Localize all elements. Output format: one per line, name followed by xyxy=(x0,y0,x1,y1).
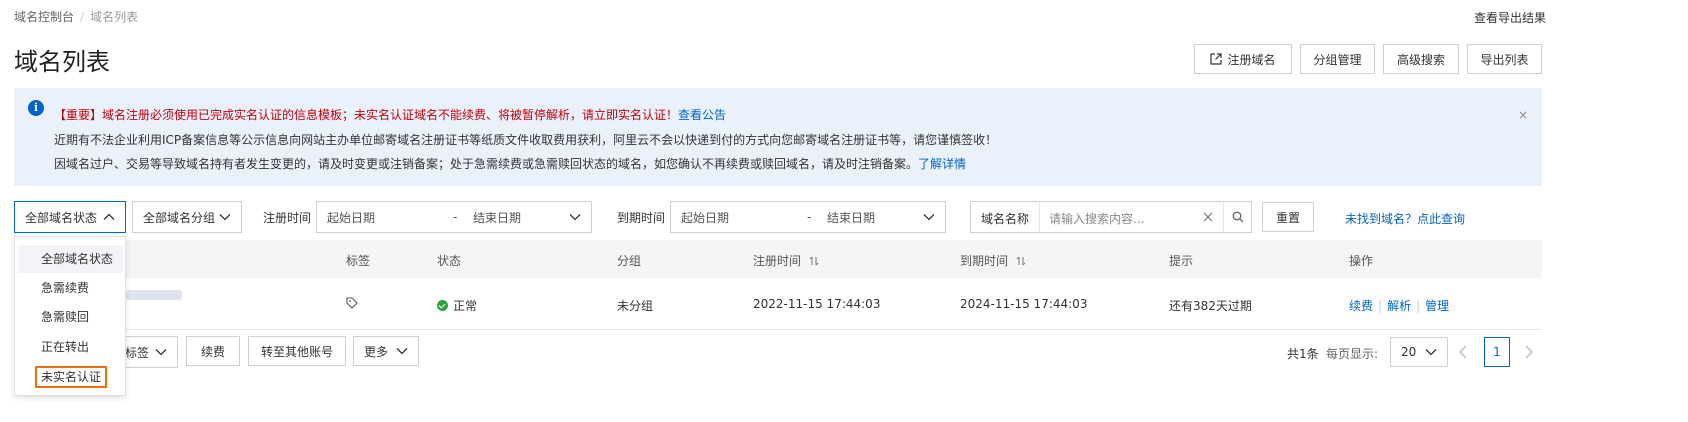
group-manage-button[interactable]: 分组管理 xyxy=(1300,44,1375,74)
reg-end-date: 结束日期 xyxy=(473,210,522,225)
col-tag: 标签 xyxy=(346,254,371,268)
chevron-down-icon xyxy=(569,214,581,221)
domain-name-redacted[interactable] xyxy=(126,290,182,300)
tag-icon[interactable] xyxy=(346,297,358,309)
notice-line-fraud: 近期有不法企业利用ICP备案信息等公示信息向网站主办单位邮寄域名注册证书等纸质文… xyxy=(54,133,998,147)
search-group: 域名名称 请输入搜索内容... xyxy=(970,201,1252,233)
reg-time-cell: 2022-11-15 17:44:03 xyxy=(753,297,881,311)
exp-end-date: 结束日期 xyxy=(827,210,876,225)
dropdown-item-transferring-out[interactable]: 正在转出 xyxy=(15,333,125,361)
page-1-button[interactable]: 1 xyxy=(1484,337,1510,367)
group-cell: 未分组 xyxy=(617,299,654,313)
batch-renew-button[interactable]: 续费 xyxy=(186,336,240,366)
reset-button[interactable]: 重置 xyxy=(1262,202,1314,232)
export-results-link[interactable]: 查看导出结果 xyxy=(1474,9,1546,26)
search-icon[interactable] xyxy=(1232,211,1244,223)
advanced-search-button[interactable]: 高级搜索 xyxy=(1383,44,1459,74)
breadcrumb: 域名控制台 / 域名列表 xyxy=(14,10,139,24)
chevron-down-icon xyxy=(923,214,935,221)
not-found-query-link[interactable]: 未找到域名？点此查询 xyxy=(1345,210,1465,227)
chevron-down-icon xyxy=(1425,349,1437,356)
dropdown-item-urgent-redeem[interactable]: 急需赎回 xyxy=(15,303,125,331)
exp-start-date: 起始日期 xyxy=(681,210,730,225)
dns-link[interactable]: 解析 xyxy=(1387,299,1411,313)
exp-time-cell: 2024-11-15 17:44:03 xyxy=(960,297,1088,311)
search-field-select[interactable]: 域名名称 xyxy=(981,210,1029,227)
close-icon[interactable]: × xyxy=(1518,108,1528,122)
chevron-down-icon xyxy=(396,348,408,355)
status-dropdown-menu: 全部域名状态 急需续费 急需赎回 正在转出 未实名认证 xyxy=(14,236,126,396)
dropdown-item-all-status[interactable]: 全部域名状态 xyxy=(19,245,123,273)
prev-page-icon[interactable] xyxy=(1458,345,1468,359)
hint-cell: 还有382天过期 xyxy=(1169,299,1252,313)
clear-icon[interactable] xyxy=(1203,212,1213,222)
status-select[interactable]: 全部域名状态 xyxy=(14,201,126,233)
info-icon: i xyxy=(28,100,44,116)
sort-icon[interactable] xyxy=(809,256,819,266)
register-domain-button[interactable]: 注册域名 xyxy=(1194,44,1292,74)
dropdown-item-unverified[interactable]: 未实名认证 xyxy=(15,363,125,391)
renew-link[interactable]: 续费 xyxy=(1349,299,1373,313)
status-cell: 正常 xyxy=(437,297,477,314)
ops-cell: 续费 | 解析 | 管理 xyxy=(1349,299,1450,313)
dropdown-item-urgent-renew[interactable]: 急需续费 xyxy=(15,274,125,302)
view-announcement-link[interactable]: 查看公告 xyxy=(678,108,726,122)
col-group: 分组 xyxy=(617,254,642,268)
success-check-icon xyxy=(437,300,448,311)
chevron-up-icon xyxy=(103,213,115,220)
exp-time-label: 到期时间 xyxy=(617,211,666,225)
exp-date-range-picker[interactable]: 起始日期 - 结束日期 xyxy=(670,201,946,233)
reg-start-date: 起始日期 xyxy=(327,210,376,225)
notice-line-important: 【重要】域名注册必须使用已完成实名认证的信息模板；未实名认证域名不能续费、将被暂… xyxy=(54,108,727,122)
export-list-button[interactable]: 导出列表 xyxy=(1467,44,1542,74)
per-page-select[interactable]: 20 xyxy=(1390,337,1448,367)
col-ops: 操作 xyxy=(1349,254,1374,268)
breadcrumb-current: 域名列表 xyxy=(90,10,139,24)
reg-date-range-picker[interactable]: 起始日期 - 结束日期 xyxy=(316,201,592,233)
chevron-down-icon xyxy=(219,214,231,221)
reg-time-label: 注册时间 xyxy=(263,211,312,225)
group-select[interactable]: 全部域名分组 xyxy=(132,201,242,233)
col-hint: 提示 xyxy=(1169,254,1194,268)
total-count: 共1条 xyxy=(1287,347,1319,361)
external-link-icon xyxy=(1210,53,1223,65)
breadcrumb-root[interactable]: 域名控制台 xyxy=(14,10,74,24)
more-select[interactable]: 更多 xyxy=(353,336,419,366)
next-page-icon[interactable] xyxy=(1524,345,1534,359)
chevron-down-icon xyxy=(155,349,167,356)
search-input[interactable]: 请输入搜索内容... xyxy=(1049,210,1144,227)
sort-icon[interactable] xyxy=(1016,256,1026,266)
manage-link[interactable]: 管理 xyxy=(1425,299,1449,313)
col-status: 状态 xyxy=(437,254,462,268)
per-page-label: 每页显示: xyxy=(1326,347,1379,361)
col-exp-time[interactable]: 到期时间 xyxy=(960,252,1026,269)
page-title: 域名列表 xyxy=(14,48,110,76)
table-header xyxy=(126,240,1542,278)
learn-more-link[interactable]: 了解详情 xyxy=(918,157,966,171)
col-reg-time[interactable]: 注册时间 xyxy=(753,252,819,269)
notice-banner: i 【重要】域名注册必须使用已完成实名认证的信息模板；未实名认证域名不能续费、将… xyxy=(14,88,1542,186)
notice-line-filing: 因域名过户、交易等导致域名持有者发生变更的，请及时变更或注销备案；处于急需续费或… xyxy=(54,157,967,171)
transfer-account-button[interactable]: 转至其他账号 xyxy=(248,336,346,366)
